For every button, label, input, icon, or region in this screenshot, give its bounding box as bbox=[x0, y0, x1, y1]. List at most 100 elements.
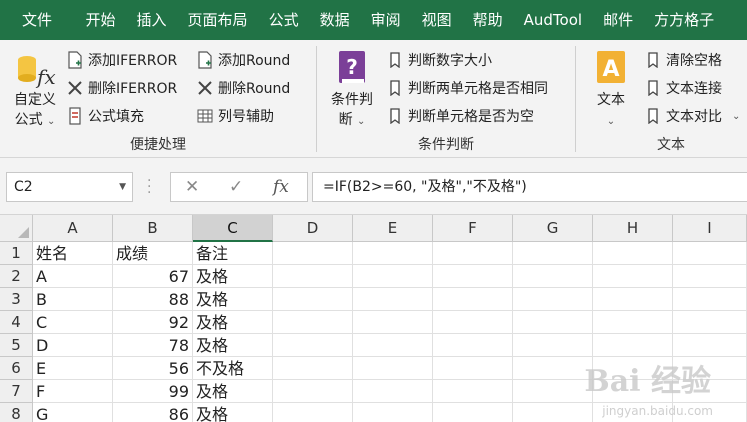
cell-e8[interactable] bbox=[353, 403, 433, 422]
tab-formulas[interactable]: 公式 bbox=[258, 0, 309, 40]
remove-iferror-button[interactable]: 删除IFERROR bbox=[66, 76, 177, 100]
cell-b5[interactable]: 78 bbox=[113, 334, 193, 357]
cell-f8[interactable] bbox=[433, 403, 513, 422]
cell-c2[interactable]: 及格 bbox=[193, 265, 273, 288]
cell-d8[interactable] bbox=[273, 403, 353, 422]
tab-home[interactable]: 开始 bbox=[75, 0, 126, 40]
cell-f2[interactable] bbox=[433, 265, 513, 288]
cell-b4[interactable]: 92 bbox=[113, 311, 193, 334]
cell-g6[interactable] bbox=[513, 357, 593, 380]
cell-i3[interactable] bbox=[673, 288, 747, 311]
cell-g3[interactable] bbox=[513, 288, 593, 311]
name-box[interactable]: C2 ▼ bbox=[6, 172, 133, 202]
add-iferror-button[interactable]: 添加IFERROR bbox=[66, 48, 177, 72]
cell-d6[interactable] bbox=[273, 357, 353, 380]
row-header[interactable]: 2 bbox=[0, 265, 33, 288]
cell-i4[interactable] bbox=[673, 311, 747, 334]
cell-g7[interactable] bbox=[513, 380, 593, 403]
row-header[interactable]: 8 bbox=[0, 403, 33, 422]
cell-a8[interactable]: G bbox=[33, 403, 113, 422]
cell-g5[interactable] bbox=[513, 334, 593, 357]
tab-insert[interactable]: 插入 bbox=[126, 0, 177, 40]
cell-f5[interactable] bbox=[433, 334, 513, 357]
cell-f1[interactable] bbox=[433, 242, 513, 265]
remove-round-button[interactable]: 删除Round bbox=[196, 76, 290, 100]
add-round-button[interactable]: 添加Round bbox=[196, 48, 290, 72]
cell-i1[interactable] bbox=[673, 242, 747, 265]
row-header[interactable]: 5 bbox=[0, 334, 33, 357]
cell-h5[interactable] bbox=[593, 334, 673, 357]
cell-d4[interactable] bbox=[273, 311, 353, 334]
column-header-g[interactable]: G bbox=[513, 215, 593, 242]
cell-g2[interactable] bbox=[513, 265, 593, 288]
cell-b7[interactable]: 99 bbox=[113, 380, 193, 403]
cell-c6[interactable]: 不及格 bbox=[193, 357, 273, 380]
clear-spaces-button[interactable]: 清除空格 bbox=[644, 48, 722, 72]
cell-a4[interactable]: C bbox=[33, 311, 113, 334]
cell-e1[interactable] bbox=[353, 242, 433, 265]
cell-a1[interactable]: 姓名 bbox=[33, 242, 113, 265]
cell-h2[interactable] bbox=[593, 265, 673, 288]
cell-i2[interactable] bbox=[673, 265, 747, 288]
tab-help[interactable]: 帮助 bbox=[462, 0, 513, 40]
column-header-a[interactable]: A bbox=[33, 215, 113, 242]
cell-b1[interactable]: 成绩 bbox=[113, 242, 193, 265]
tab-file[interactable]: 文件 bbox=[0, 0, 75, 40]
cell-d7[interactable] bbox=[273, 380, 353, 403]
tab-review[interactable]: 审阅 bbox=[360, 0, 411, 40]
cell-c8[interactable]: 及格 bbox=[193, 403, 273, 422]
cell-c4[interactable]: 及格 bbox=[193, 311, 273, 334]
cell-b2[interactable]: 67 bbox=[113, 265, 193, 288]
cell-f6[interactable] bbox=[433, 357, 513, 380]
text-button[interactable]: A 文本 ⌄ bbox=[588, 50, 634, 132]
custom-formula-button[interactable]: fx 自定义 公式 ⌄ bbox=[8, 48, 62, 132]
dropdown-arrow-icon[interactable]: ▼ bbox=[119, 173, 126, 201]
tab-view[interactable]: 视图 bbox=[411, 0, 462, 40]
cell-h4[interactable] bbox=[593, 311, 673, 334]
cell-d1[interactable] bbox=[273, 242, 353, 265]
formula-fill-button[interactable]: 公式填充 bbox=[66, 104, 144, 128]
column-header-f[interactable]: F bbox=[433, 215, 513, 242]
column-header-h[interactable]: H bbox=[593, 215, 673, 242]
cancel-icon[interactable]: ✕ bbox=[185, 177, 199, 197]
resize-handle-icon[interactable]: · · · bbox=[147, 174, 151, 200]
compare-cells-button[interactable]: 判断两单元格是否相同 bbox=[386, 76, 548, 100]
tab-mail[interactable]: 邮件 bbox=[593, 0, 644, 40]
cell-a3[interactable]: B bbox=[33, 288, 113, 311]
cell-g1[interactable] bbox=[513, 242, 593, 265]
cell-h1[interactable] bbox=[593, 242, 673, 265]
column-helper-button[interactable]: 列号辅助 bbox=[196, 104, 274, 128]
cell-d3[interactable] bbox=[273, 288, 353, 311]
cell-f4[interactable] bbox=[433, 311, 513, 334]
row-header[interactable]: 1 bbox=[0, 242, 33, 265]
column-header-i[interactable]: I bbox=[673, 215, 747, 242]
tab-data[interactable]: 数据 bbox=[309, 0, 360, 40]
confirm-icon[interactable]: ✓ bbox=[229, 177, 243, 197]
cell-c3[interactable]: 及格 bbox=[193, 288, 273, 311]
cell-h3[interactable] bbox=[593, 288, 673, 311]
formula-input[interactable]: =IF(B2>=60, "及格","不及格") bbox=[312, 172, 747, 202]
cell-f7[interactable] bbox=[433, 380, 513, 403]
row-header[interactable]: 6 bbox=[0, 357, 33, 380]
cell-c7[interactable]: 及格 bbox=[193, 380, 273, 403]
cell-a6[interactable]: E bbox=[33, 357, 113, 380]
chevron-down-icon[interactable]: ⌄ bbox=[732, 111, 740, 122]
cell-d2[interactable] bbox=[273, 265, 353, 288]
cell-e4[interactable] bbox=[353, 311, 433, 334]
cell-a7[interactable]: F bbox=[33, 380, 113, 403]
select-all-corner[interactable] bbox=[0, 215, 33, 242]
check-empty-button[interactable]: 判断单元格是否为空 bbox=[386, 104, 534, 128]
insert-function-icon[interactable]: fx bbox=[273, 177, 289, 197]
cell-a2[interactable]: A bbox=[33, 265, 113, 288]
cell-e7[interactable] bbox=[353, 380, 433, 403]
cell-e5[interactable] bbox=[353, 334, 433, 357]
tab-fangfanggezi[interactable]: 方方格子 bbox=[644, 0, 725, 40]
cell-e3[interactable] bbox=[353, 288, 433, 311]
text-compare-button[interactable]: 文本对比 ⌄ bbox=[644, 104, 740, 128]
column-header-d[interactable]: D bbox=[273, 215, 353, 242]
tab-page-layout[interactable]: 页面布局 bbox=[177, 0, 258, 40]
cell-b3[interactable]: 88 bbox=[113, 288, 193, 311]
cell-b8[interactable]: 86 bbox=[113, 403, 193, 422]
cell-c1[interactable]: 备注 bbox=[193, 242, 273, 265]
cell-f3[interactable] bbox=[433, 288, 513, 311]
